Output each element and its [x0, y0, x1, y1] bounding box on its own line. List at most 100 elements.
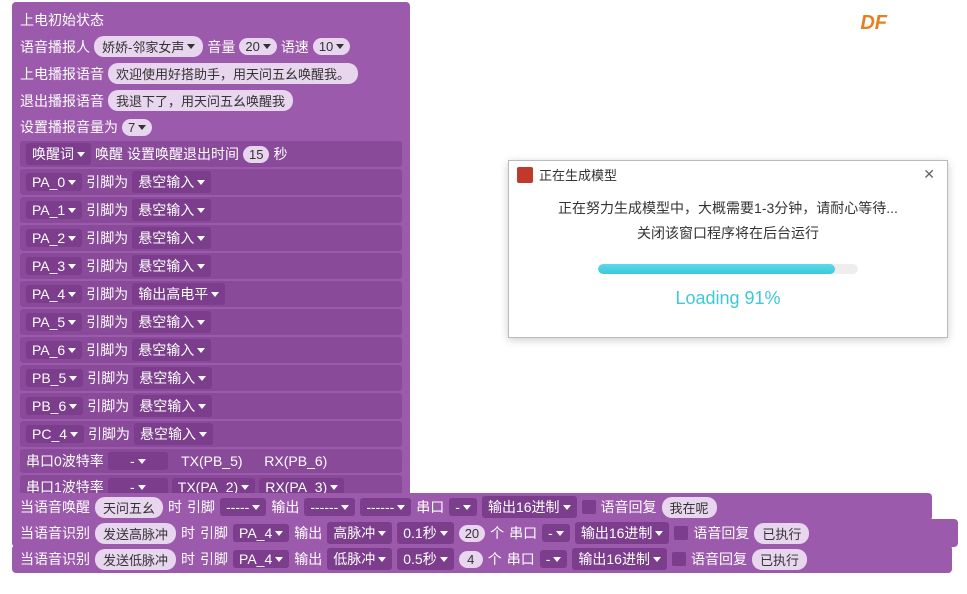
port-label: 串口	[509, 523, 537, 543]
loading-text: Loading 91%	[519, 282, 937, 314]
voice-label: 语音播报人	[20, 37, 90, 57]
hex-dropdown[interactable]: 输出16进制	[572, 548, 667, 570]
chevron-down-icon	[187, 44, 195, 49]
sec-label: 秒	[273, 144, 287, 164]
hex-checkbox[interactable]	[582, 500, 596, 514]
pin-dropdown[interactable]: -----	[220, 498, 266, 516]
port-dropdown[interactable]: -	[449, 498, 477, 516]
pin-as-label: 引脚为	[86, 172, 128, 192]
wake-word-dropdown[interactable]: 唤醒词	[26, 143, 91, 165]
uart-tx: TX(PB_5)	[172, 453, 252, 469]
out-dropdown[interactable]: 高脉冲	[327, 522, 392, 544]
pin-as-label: 引脚为	[86, 312, 128, 332]
pin-name-dropdown[interactable]: PB_6	[26, 397, 83, 415]
pin-as-label: 引脚为	[86, 200, 128, 220]
speed-label: 语速	[281, 37, 309, 57]
init-title: 上电初始状态	[20, 10, 104, 30]
pin-name-dropdown[interactable]: PA_3	[26, 257, 82, 275]
out-label: 输出	[294, 549, 322, 569]
reply-label: 语音回复	[693, 523, 749, 543]
pin-mode-dropdown[interactable]: 悬空输入	[132, 255, 211, 277]
speed-value-dropdown[interactable]: 10	[313, 38, 350, 55]
pin-mode-dropdown[interactable]: 悬空输入	[132, 171, 211, 193]
out-label: 输出	[271, 497, 299, 517]
voice-name-dropdown[interactable]: 娇娇-邻家女声	[94, 36, 203, 57]
unit-label: 个	[490, 523, 504, 543]
when-label: 时	[168, 497, 182, 517]
pin-mode-dropdown[interactable]: 悬空输入	[133, 395, 212, 417]
pin-mode-dropdown[interactable]: 悬空输入	[132, 311, 211, 333]
pin-mode-dropdown[interactable]: 悬空输入	[133, 367, 212, 389]
init-block: 上电初始状态 语音播报人 娇娇-邻家女声 音量 20 语速 10 上电播报语音 …	[12, 2, 410, 535]
pin-mode-dropdown[interactable]: 悬空输入	[132, 227, 211, 249]
out-dropdown[interactable]: 低脉冲	[327, 548, 392, 570]
port-dropdown[interactable]: -	[542, 524, 570, 542]
chevron-down-icon	[77, 152, 85, 157]
port-dropdown[interactable]: -	[540, 550, 568, 568]
pin-name-dropdown[interactable]: PA_5	[26, 313, 82, 331]
loading-dialog: 正在生成模型 ✕ 正在努力生成模型中，大概需要1-3分钟，请耐心等待... 关闭…	[508, 160, 948, 338]
exit-voice-input[interactable]: 我退下了，用天问五幺唤醒我	[108, 90, 293, 111]
dialog-title: 正在生成模型	[539, 165, 617, 184]
pin-as-label: 引脚为	[88, 424, 130, 444]
pin-as-label: 引脚为	[86, 228, 128, 248]
wake-text: 唤醒	[95, 144, 123, 164]
trigger-input[interactable]: 发送低脉冲	[95, 549, 176, 570]
pin-as-label: 引脚为	[86, 256, 128, 276]
hex-dropdown[interactable]: 输出16进制	[482, 496, 577, 518]
count-input[interactable]: 20	[459, 525, 485, 542]
pin-mode-dropdown[interactable]: 悬空输入	[132, 339, 211, 361]
set-vol-dropdown[interactable]: 7	[122, 119, 152, 136]
pin-name-dropdown[interactable]: PC_4	[26, 425, 84, 443]
reply-input[interactable]: 已执行	[754, 523, 809, 544]
event-rec2-strip: 当语音识别发送低脉冲时引脚PA_4 输出低脉冲 0.5秒 4个串口- 输出16进…	[12, 545, 952, 573]
dur-dropdown[interactable]: 0.5秒	[397, 548, 453, 570]
hex-checkbox[interactable]	[674, 526, 688, 540]
hex-checkbox[interactable]	[672, 552, 686, 566]
pin-label: 引脚	[187, 497, 215, 517]
event-label: 当语音识别	[20, 549, 90, 569]
pin-label: 引脚	[200, 549, 228, 569]
pin-name-dropdown[interactable]: PA_4	[26, 285, 82, 303]
count-input[interactable]: 4	[459, 551, 483, 568]
hex-dropdown[interactable]: 输出16进制	[575, 522, 670, 544]
close-button[interactable]: ✕	[919, 166, 939, 183]
vol-label: 音量	[207, 37, 235, 57]
dialog-line2: 关闭该窗口程序将在后台运行	[519, 221, 937, 246]
pin-mode-dropdown[interactable]: 悬空输入	[134, 423, 213, 445]
trigger-input[interactable]: 天问五幺	[95, 497, 163, 518]
reply-input[interactable]: 已执行	[752, 549, 807, 570]
uart-baud-dropdown[interactable]: -	[108, 452, 168, 470]
boot-voice-label: 上电播报语音	[20, 64, 104, 84]
dur-dropdown[interactable]: ------	[360, 498, 411, 516]
df-logo: DF	[860, 12, 887, 35]
pin-label: 引脚	[200, 523, 228, 543]
reply-input[interactable]: 我在呢	[662, 497, 717, 518]
pin-dropdown[interactable]: PA_4	[233, 550, 289, 568]
vol-value-dropdown[interactable]: 20	[239, 38, 276, 55]
pin-name-dropdown[interactable]: PA_2	[26, 229, 82, 247]
app-icon	[517, 167, 533, 183]
event-label: 当语音识别	[20, 523, 90, 543]
pin-mode-dropdown[interactable]: 悬空输入	[132, 199, 211, 221]
dur-dropdown[interactable]: 0.1秒	[397, 522, 453, 544]
chevron-down-icon	[138, 125, 146, 130]
wake-timeout-label: 设置唤醒退出时间	[127, 144, 239, 164]
pin-mode-dropdown[interactable]: 输出高电平	[132, 283, 225, 305]
chevron-down-icon	[263, 44, 271, 49]
pin-name-dropdown[interactable]: PA_6	[26, 341, 82, 359]
reply-label: 语音回复	[601, 497, 657, 517]
trigger-input[interactable]: 发送高脉冲	[95, 523, 176, 544]
when-label: 时	[181, 549, 195, 569]
event-rec1-strip: 当语音识别发送高脉冲时引脚PA_4 输出高脉冲 0.1秒 20个串口- 输出16…	[12, 519, 958, 547]
pin-name-dropdown[interactable]: PA_1	[26, 201, 82, 219]
out-dropdown[interactable]: ------	[304, 498, 355, 516]
pin-name-dropdown[interactable]: PA_0	[26, 173, 82, 191]
wake-timeout-input[interactable]: 15	[243, 146, 269, 163]
boot-voice-input[interactable]: 欢迎使用好搭助手，用天问五幺唤醒我。	[108, 63, 358, 84]
pin-as-label: 引脚为	[87, 396, 129, 416]
uart-rx: RX(PB_6)	[256, 453, 336, 469]
pin-dropdown[interactable]: PA_4	[233, 524, 289, 542]
progress-bar	[598, 264, 858, 274]
pin-name-dropdown[interactable]: PB_5	[26, 369, 83, 387]
